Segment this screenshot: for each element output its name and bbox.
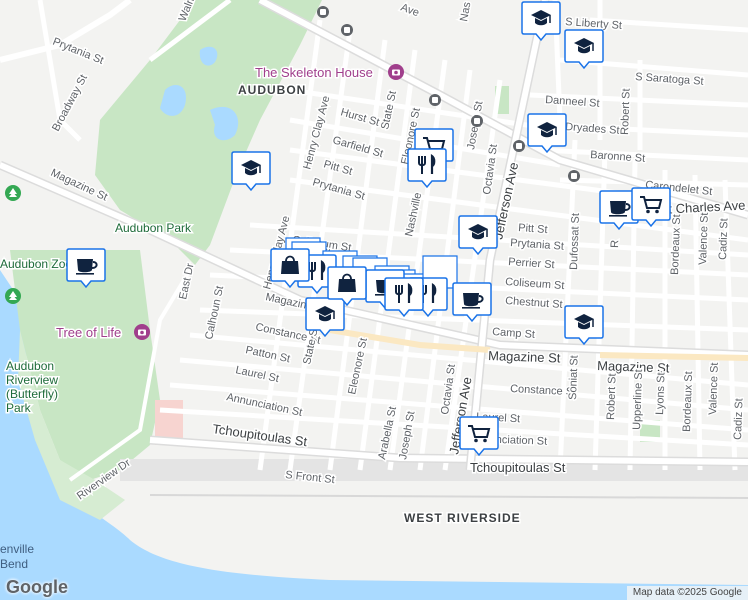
camera-icon	[388, 64, 404, 80]
park-label-audubon-park: Audubon Park	[115, 221, 192, 235]
school-marker[interactable]	[564, 305, 604, 346]
shopping-marker[interactable]	[327, 266, 367, 307]
street-label: Magazine St	[488, 348, 561, 366]
street-label: Tchoupitoulas St	[470, 460, 566, 475]
school-marker[interactable]	[521, 1, 561, 42]
shopping-marker[interactable]	[270, 248, 310, 289]
street-label: Bordeaux St	[681, 371, 695, 432]
street-label: Valence St	[697, 212, 711, 265]
street-label: Lyons St	[654, 372, 667, 415]
school-marker[interactable]	[527, 113, 567, 154]
street-label: Soniat St	[567, 355, 581, 400]
street-label: R	[609, 240, 621, 248]
grocery-marker[interactable]	[459, 416, 499, 457]
street-label: Upperline St	[631, 369, 645, 430]
park-label-riverview: Riverview	[6, 373, 58, 387]
grocery-marker[interactable]	[631, 187, 671, 228]
park-label-riverview: Audubon	[6, 359, 54, 373]
water-label-bend: Bend	[0, 557, 28, 571]
street-label: Robert St	[619, 88, 633, 135]
school-marker[interactable]	[458, 215, 498, 256]
street-label: Pitt St	[518, 222, 548, 236]
map-canvas[interactable]: Prytania St Broadway St Magazine St East…	[0, 0, 748, 600]
street-label: Cadiz St	[717, 218, 730, 260]
school-marker[interactable]	[231, 151, 271, 192]
water-label-bend: enville	[0, 542, 34, 556]
neighborhood-label-west-riverside: WEST RIVERSIDE	[404, 511, 521, 525]
park-tree-icon	[5, 288, 21, 304]
park-label-riverview: Park	[6, 401, 32, 415]
restaurant-marker[interactable]	[407, 148, 447, 189]
park-label-riverview: (Butterfly)	[6, 387, 58, 401]
school-marker[interactable]	[305, 297, 345, 338]
cafe-marker[interactable]	[66, 248, 106, 289]
park-label-audubon-zoo: Audubon Zoo	[0, 257, 72, 271]
street-label: Bordeaux St	[669, 214, 683, 275]
poi-label: Tree of Life	[56, 325, 121, 340]
cafe-marker[interactable]	[452, 282, 492, 323]
map-svg: Prytania St Broadway St Magazine St East…	[0, 0, 748, 600]
google-logo: Google	[6, 577, 68, 597]
street-label: Cadiz St	[732, 398, 745, 440]
street-label: Valence St	[707, 362, 721, 415]
camera-icon	[134, 324, 150, 340]
commercial-strip	[599, 352, 748, 361]
street-label: Dufossat St	[568, 213, 582, 270]
neighborhood-label-audubon: AUDUBON	[238, 83, 306, 97]
poi-label: The Skeleton House	[255, 65, 373, 80]
map-attribution[interactable]: Map data ©2025 Google	[626, 586, 748, 600]
street-label: Robert St	[605, 373, 619, 420]
park-tree-icon	[5, 185, 21, 201]
school-marker[interactable]	[564, 29, 604, 70]
restaurant-marker[interactable]	[384, 277, 424, 318]
